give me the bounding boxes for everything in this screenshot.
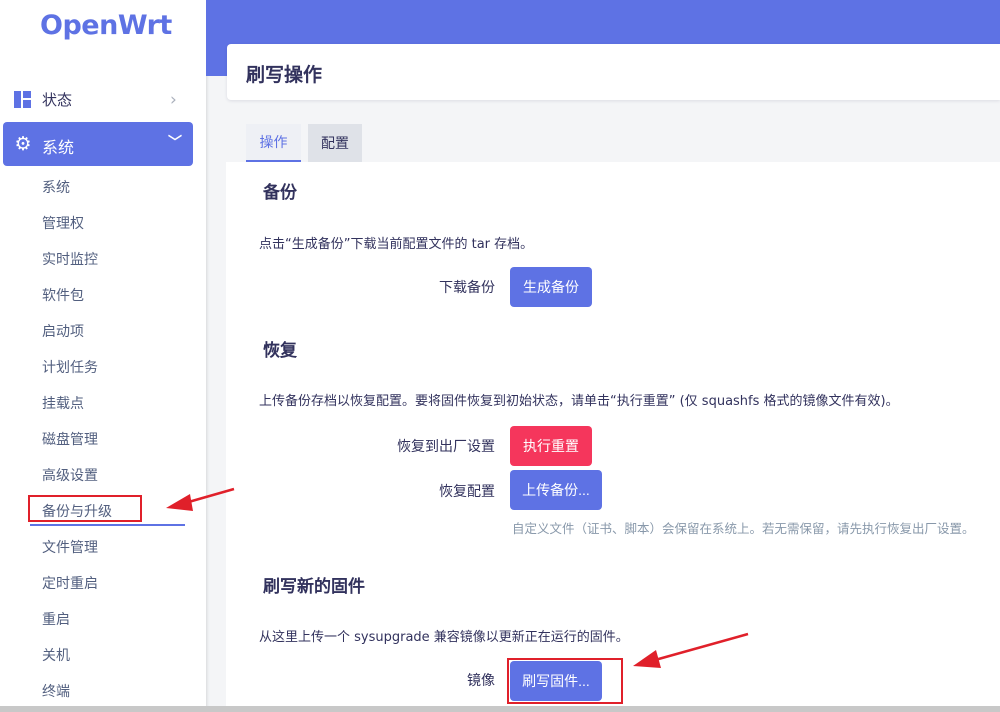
window-bottom-edge — [0, 706, 1000, 712]
annotation-arrow-flash — [633, 632, 749, 668]
annotation-arrows — [166, 487, 749, 668]
annotation-arrow-sidebar — [166, 487, 235, 511]
